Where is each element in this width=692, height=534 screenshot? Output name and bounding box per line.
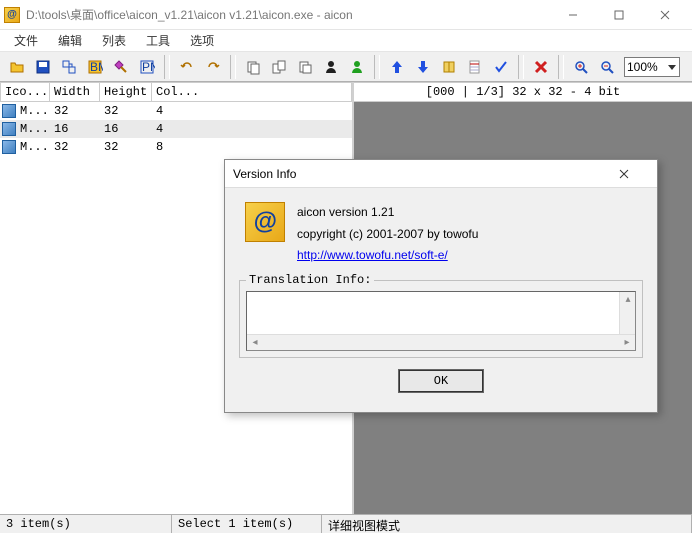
person-dark-icon[interactable] [319,55,343,79]
translation-groupbox: Translation Info: ▴ ◂▸ [239,280,643,358]
image-icon [2,140,16,154]
app-logo-icon: @ [245,202,285,242]
ok-button[interactable]: OK [399,370,483,392]
col-width[interactable]: Width [50,82,100,102]
translation-label: Translation Info: [246,273,374,287]
svg-text:PNG: PNG [142,60,155,74]
title-bar: @ D:\tools\桌面\office\aicon_v1.21\aicon v… [0,0,692,30]
undo-icon[interactable] [175,55,199,79]
separator [374,55,380,79]
list-header: Ico... Width Height Col... [0,82,352,102]
redo-icon[interactable] [201,55,225,79]
status-mode: 详细视图模式 [322,515,692,533]
arrow-down-icon[interactable] [411,55,435,79]
status-selected: Select 1 item(s) [172,515,322,533]
col-height[interactable]: Height [100,82,152,102]
tool-icon[interactable] [109,55,133,79]
open-icon[interactable] [5,55,29,79]
book-icon[interactable] [437,55,461,79]
scrollbar-vertical[interactable]: ▴ [619,292,635,334]
preview-header: [000 | 1/3] 32 x 32 - 4 bit [354,82,692,102]
note-icon[interactable] [463,55,487,79]
menu-tools[interactable]: 工具 [136,30,180,51]
chevron-right-icon[interactable]: ▸ [619,335,635,351]
translation-textarea[interactable]: ▴ ◂▸ [246,291,636,351]
separator [230,55,236,79]
list-item[interactable]: M... 32 32 8 [0,138,352,156]
version-info-dialog: Version Info @ aicon version 1.21 copyri… [224,159,658,413]
image-icon [2,104,16,118]
status-bar: 3 item(s) Select 1 item(s) 详细视图模式 [0,514,692,533]
export-png-icon[interactable]: PNG [135,55,159,79]
menu-options[interactable]: 选项 [180,30,224,51]
separator [164,55,170,79]
app-icon: @ [4,7,20,23]
person-green-icon[interactable] [345,55,369,79]
menu-edit[interactable]: 编辑 [48,30,92,51]
separator [518,55,524,79]
col-colors[interactable]: Col... [152,82,352,102]
menu-list[interactable]: 列表 [92,30,136,51]
zoom-out-icon[interactable] [595,55,619,79]
delete-icon[interactable] [529,55,553,79]
paste-icon[interactable] [293,55,317,79]
dialog-close-button[interactable] [619,169,649,179]
minimize-button[interactable] [550,0,596,30]
export-bmp-icon[interactable]: BMP [83,55,107,79]
maximize-button[interactable] [596,0,642,30]
menu-bar: 文件 编辑 列表 工具 选项 [0,30,692,52]
list-item[interactable]: M... 32 32 4 [0,102,352,120]
copyright-line: copyright (c) 2001-2007 by towofu [297,224,478,246]
extract-icon[interactable] [57,55,81,79]
scrollbar-horizontal[interactable]: ◂▸ [247,334,635,350]
status-count: 3 item(s) [0,515,172,533]
svg-text:BMP: BMP [90,60,103,74]
copy2-icon[interactable] [267,55,291,79]
zoom-combo[interactable]: 100% [624,57,680,77]
image-icon [2,122,16,136]
version-text: aicon version 1.21 copyright (c) 2001-20… [297,202,478,268]
check-icon[interactable] [489,55,513,79]
copy-icon[interactable] [241,55,265,79]
chevron-left-icon[interactable]: ◂ [247,335,263,351]
close-button[interactable] [642,0,688,30]
dialog-titlebar[interactable]: Version Info [225,160,657,188]
chevron-up-icon[interactable]: ▴ [620,292,636,308]
toolbar: BMP PNG 100% [0,52,692,82]
col-icon[interactable]: Ico... [0,82,50,102]
zoom-value: 100% [627,60,658,74]
arrow-up-icon[interactable] [385,55,409,79]
version-line: aicon version 1.21 [297,202,478,224]
list-item[interactable]: M... 16 16 4 [0,120,352,138]
menu-file[interactable]: 文件 [4,30,48,51]
save-icon[interactable] [31,55,55,79]
homepage-link[interactable]: http://www.towofu.net/soft-e/ [297,248,448,262]
zoom-in-icon[interactable] [569,55,593,79]
window-title: D:\tools\桌面\office\aicon_v1.21\aicon v1.… [26,6,550,23]
dialog-title: Version Info [233,167,619,181]
separator [558,55,564,79]
